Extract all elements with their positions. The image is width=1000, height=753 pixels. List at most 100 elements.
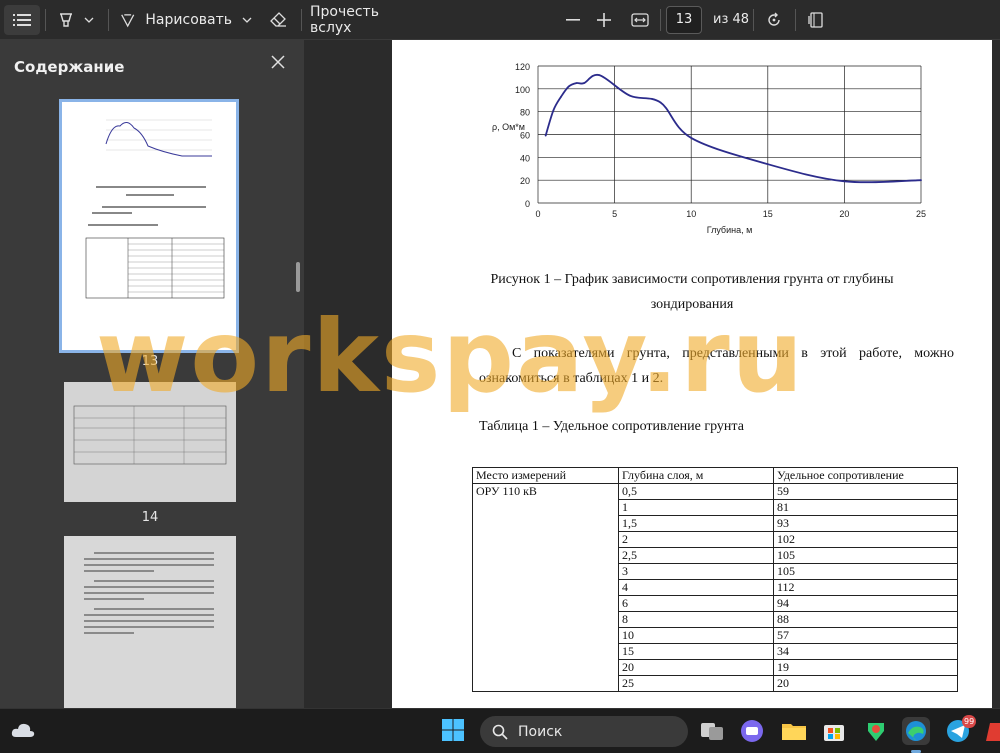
paragraph-line: ознакомиться в таблицах 1 и 2. (479, 371, 664, 386)
contents-title: Содержание (14, 58, 125, 76)
chat-icon (741, 720, 763, 742)
store-icon (824, 725, 844, 741)
draw-button[interactable]: Нарисовать (120, 5, 232, 35)
resistivity-cell: 81 (773, 499, 958, 516)
table-row: 6 94 (472, 595, 958, 612)
toolbar-separator (301, 9, 302, 31)
fit-width-button[interactable] (627, 5, 653, 35)
data-point (766, 163, 769, 166)
close-contents-button[interactable] (270, 54, 288, 72)
sidebar-scrollbar[interactable] (296, 262, 300, 292)
taskbar-search[interactable]: Поиск (480, 716, 688, 747)
rotate-icon (768, 12, 780, 26)
edge-browser-app[interactable] (902, 717, 930, 753)
chevron-down-icon (84, 17, 94, 23)
data-point (598, 74, 601, 77)
y-axis-label: ρ, Ом*м (492, 122, 525, 132)
page-thumbnail-15[interactable] (64, 536, 236, 708)
page-thumbnail-14[interactable] (64, 382, 236, 502)
location-cell (472, 643, 619, 660)
data-point (575, 82, 578, 85)
y-tick-label: 60 (520, 131, 530, 141)
soil-resistivity-table: Место измерений Глубина слоя, м Удельное… (472, 467, 958, 692)
search-label: Поиск (518, 723, 563, 740)
document-viewport: 0 20 40 60 80 100 120 0 5 10 15 20 25 ρ, Ом*м Глубина,… (304, 40, 1000, 708)
page-thumbnail-label: 14 (141, 510, 159, 525)
table-row: 8 88 (472, 611, 958, 628)
table-row: 1,5 93 (472, 515, 958, 532)
task-view-button[interactable] (698, 717, 726, 745)
x-tick-label: 0 (535, 209, 540, 219)
app-icon-partial[interactable] (986, 717, 1000, 745)
resistivity-cell: 59 (773, 483, 958, 500)
location-cell (472, 579, 619, 596)
location-cell (472, 563, 619, 580)
location-cell (472, 659, 619, 676)
file-explorer-app[interactable] (780, 717, 808, 745)
table-row: 25 20 (472, 675, 958, 692)
table-row: ОРУ 110 кВ 0,5 59 (472, 483, 958, 500)
document-scrollbar[interactable] (994, 40, 1000, 708)
telegram-app[interactable]: 99 (944, 715, 977, 745)
depth-cell: 2 (618, 531, 774, 548)
table-title: Таблица 1 – Удельное сопротивление грунт… (479, 419, 744, 434)
page-thumbnail-13[interactable] (59, 99, 239, 353)
zoom-out-button[interactable] (561, 5, 585, 35)
location-cell (472, 595, 619, 612)
depth-cell: 1 (618, 499, 774, 516)
resistivity-cell: 19 (773, 659, 958, 676)
search-icon (492, 724, 508, 740)
y-tick-label: 0 (525, 199, 530, 209)
draw-dropdown[interactable] (238, 5, 256, 35)
location-cell (472, 515, 619, 532)
location-cell (472, 675, 619, 692)
start-button[interactable] (441, 718, 469, 746)
data-point (843, 180, 846, 183)
resistivity-cell: 102 (773, 531, 958, 548)
store-app[interactable] (820, 717, 848, 745)
highlight-button[interactable] (52, 5, 80, 35)
list-icon (13, 14, 31, 26)
data-point (567, 85, 570, 88)
page-view-button[interactable] (803, 5, 829, 35)
app-icon[interactable] (862, 717, 890, 745)
x-axis-label: Глубина, м (707, 225, 753, 235)
table-row: 2 102 (472, 531, 958, 548)
chat-app[interactable] (738, 717, 766, 745)
page-number-input[interactable]: 13 (666, 6, 702, 34)
table-row: 4 112 (472, 579, 958, 596)
resistivity-cell: 93 (773, 515, 958, 532)
table-header-cell: Глубина слоя, м (618, 467, 774, 484)
page-total: из 48 (713, 12, 750, 27)
depth-cell: 20 (618, 659, 774, 676)
paragraph-line: С показателями грунта, представленными в… (512, 346, 954, 361)
eraser-button[interactable] (264, 5, 292, 35)
depth-cell: 0,5 (618, 483, 774, 500)
depth-cell: 2,5 (618, 547, 774, 564)
rotate-button[interactable] (761, 5, 787, 35)
read-aloud-button[interactable]: Прочесть вслух (310, 4, 414, 36)
series-line (544, 73, 922, 184)
read-aloud-label: Прочесть вслух (310, 4, 379, 36)
table-header-row: Место измерений Глубина слоя, м Удельное… (472, 467, 958, 484)
highlight-dropdown[interactable] (80, 5, 98, 35)
thumbnail-preview (73, 405, 227, 465)
contents-toggle-button[interactable] (4, 5, 40, 35)
task-view-icon (701, 723, 723, 740)
toolbar-separator (660, 9, 661, 31)
document-page: 0 20 40 60 80 100 120 0 5 10 15 20 25 ρ, Ом*м Глубина,… (392, 40, 992, 708)
eraser-icon (270, 12, 286, 27)
x-tick-label: 15 (763, 209, 773, 219)
contents-panel: Содержание 13 14 (0, 40, 304, 708)
location-cell: ОРУ 110 кВ (472, 483, 619, 500)
y-tick-label: 80 (520, 108, 530, 118)
plus-icon (597, 13, 611, 27)
location-cell (472, 547, 619, 564)
table-row: 2,5 105 (472, 547, 958, 564)
data-point (552, 109, 555, 112)
zoom-in-button[interactable] (592, 5, 616, 35)
weather-widget[interactable] (10, 719, 36, 743)
data-point (629, 94, 631, 97)
toolbar-separator (108, 9, 109, 31)
table-header-cell: Удельное сопротивление (773, 467, 958, 484)
